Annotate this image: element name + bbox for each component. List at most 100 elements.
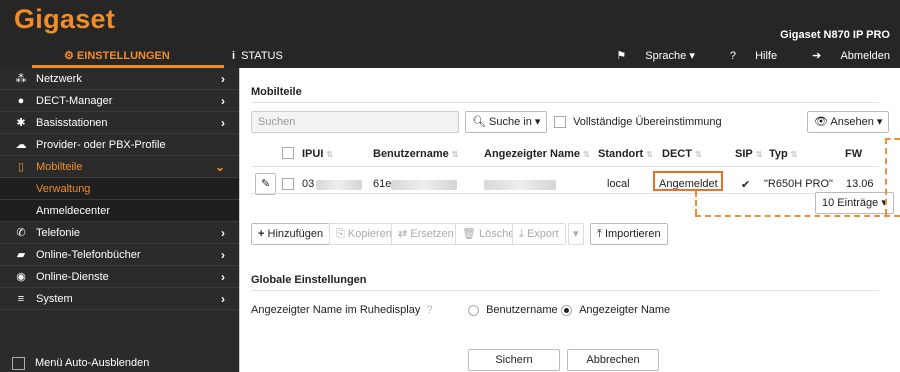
language-label: Sprache <box>645 50 687 62</box>
help-label: Hilfe <box>755 50 778 62</box>
radio-username[interactable] <box>468 304 479 316</box>
col-typ[interactable]: Typ ⇅ <box>769 148 797 160</box>
sidebar-item-provider[interactable]: ☁ Provider- oder PBX-Profile <box>0 134 239 156</box>
select-all-checkbox[interactable] <box>282 147 294 160</box>
replace-label: Ersetzen <box>410 228 454 240</box>
sidebar-subitem-anmeldecenter[interactable]: Anmeldecenter <box>0 200 239 222</box>
divider <box>251 290 879 291</box>
sidebar-item-mobilteile[interactable]: ▯ Mobilteile ⌄ <box>0 156 239 178</box>
col-fw-label: FW <box>845 148 863 160</box>
header: Gigaset Gigaset N870 IP PRO ⚙ EINSTELLUN… <box>0 0 900 68</box>
info-icon: i <box>232 50 236 62</box>
row-checkbox[interactable] <box>282 178 294 191</box>
help-icon: ? <box>729 50 740 62</box>
plus-icon: + <box>258 228 265 240</box>
chevron-down-icon: ⌄ <box>214 160 225 174</box>
exact-match-checkbox[interactable] <box>554 116 566 129</box>
tab-settings[interactable]: ⚙ EINSTELLUNGEN <box>32 44 224 68</box>
tab-settings-label: EINSTELLUNGEN <box>76 50 170 62</box>
col-fw[interactable]: FW <box>845 148 862 160</box>
col-username-label: Benutzername <box>373 148 449 160</box>
sliders-icon: ≡ <box>17 293 25 305</box>
cell-username: 61e <box>373 178 392 190</box>
pencil-icon: ✎ <box>261 178 271 190</box>
radio-option-username[interactable]: Benutzername <box>468 304 558 316</box>
header-checkbox-wrap <box>282 147 294 160</box>
sidebar-item-basisstationen[interactable]: ✱ Basisstationen › <box>0 112 239 134</box>
annotation-dash-line <box>695 191 697 215</box>
annotation-dash-line <box>885 138 887 215</box>
exact-match-option[interactable]: Vollständige Übereinstimmung <box>554 116 722 129</box>
divider <box>251 166 879 167</box>
replace-button[interactable]: ⇄ Ersetzen <box>391 223 461 245</box>
import-button[interactable]: ⤒ Importieren <box>590 223 668 245</box>
cell-standort: local <box>607 178 630 190</box>
sort-icon: ⇅ <box>694 150 702 159</box>
base-station-icon: ✱ <box>16 117 26 129</box>
chevron-right-icon: › <box>221 270 225 284</box>
sidebar-item-online-dienste[interactable]: ◉ Online-Dienste › <box>0 266 239 288</box>
radio-display-name[interactable] <box>561 304 572 316</box>
divider <box>251 193 879 194</box>
redacted-username <box>391 180 457 190</box>
col-display-name[interactable]: Angezeigter Name ⇅ <box>484 148 590 160</box>
radio-option-display-name[interactable]: Angezeigter Name <box>561 304 670 316</box>
sidebar: ⁂ Netzwerk › ● DECT-Manager › ✱ Basissta… <box>0 68 240 372</box>
edit-button[interactable]: ✎ <box>255 173 277 195</box>
tab-status-label: STATUS <box>241 50 283 62</box>
eye-icon: 👁︎ <box>814 116 828 128</box>
header-actions: ⚑ Sprache ▾ ? Hilfe ➔ Abmelden <box>584 44 890 68</box>
download-icon: ⤓ <box>519 228 524 240</box>
autohide-checkbox[interactable] <box>12 356 25 370</box>
col-username[interactable]: Benutzername ⇅ <box>373 148 459 160</box>
search-input[interactable]: Suchen <box>251 111 459 133</box>
divider <box>251 102 879 103</box>
app: Gigaset Gigaset N870 IP PRO ⚙ EINSTELLUN… <box>0 0 900 372</box>
col-standort[interactable]: Standort ⇅ <box>598 148 653 160</box>
chevron-right-icon: › <box>221 226 225 240</box>
col-dect[interactable]: DECT ⇅ <box>662 148 702 160</box>
view-dropdown[interactable]: 👁︎ Ansehen ▾ <box>807 111 890 133</box>
cell-typ: "R650H PRO" <box>764 178 833 190</box>
display-name-setting-label: Angezeigter Name im Ruhedisplay ? <box>251 304 433 316</box>
sidebar-item-telefonie[interactable]: ✆ Telefonie › <box>0 222 239 244</box>
sidebar-item-label: Mobilteile <box>36 161 83 173</box>
chevron-right-icon: › <box>221 72 225 86</box>
copy-button[interactable]: ⎘ Kopieren <box>329 223 399 245</box>
language-menu[interactable]: ⚑ Sprache ▾ <box>600 50 694 62</box>
col-typ-label: Typ <box>769 148 788 160</box>
sidebar-item-telefonbuecher[interactable]: ▰ Online-Telefonbücher › <box>0 244 239 266</box>
sort-icon: ⇅ <box>790 150 798 159</box>
logout-label: Abmelden <box>840 50 890 62</box>
sidebar-subitem-verwaltung[interactable]: Verwaltung <box>0 178 239 200</box>
tab-status[interactable]: i STATUS <box>232 44 283 68</box>
sidebar-item-netzwerk[interactable]: ⁂ Netzwerk › <box>0 68 239 90</box>
add-button[interactable]: + Hinzufügen <box>251 223 331 245</box>
trash-icon: 🗑︎ <box>462 228 476 240</box>
view-label: Ansehen <box>830 116 874 128</box>
phone-icon: ✆ <box>16 227 26 239</box>
col-display-name-label: Angezeigter Name <box>484 148 580 160</box>
import-label: Importieren <box>604 228 661 240</box>
search-in-dropdown[interactable]: 🔍︎ Suche in ▾ <box>465 111 548 133</box>
help-link[interactable]: ? Hilfe <box>714 50 777 62</box>
book-icon: ▰ <box>16 249 26 261</box>
section-title-mobilteile: Mobilteile <box>251 86 302 98</box>
save-button[interactable]: Sichern <box>468 349 560 371</box>
col-ipui[interactable]: IPUI ⇅ <box>302 148 333 160</box>
copy-label: Kopieren <box>347 228 392 240</box>
sidebar-item-system[interactable]: ≡ System › <box>0 288 239 310</box>
export-button[interactable]: ⤓ Export <box>512 223 566 245</box>
entries-per-page-dropdown[interactable]: 10 Einträge ▾ <box>815 192 894 214</box>
sort-icon: ⇅ <box>755 150 763 159</box>
cell-fw: 13.06 <box>846 178 874 190</box>
sidebar-item-dect-manager[interactable]: ● DECT-Manager › <box>0 90 239 112</box>
logout-icon: ➔ <box>812 50 825 62</box>
language-icon: ⚑ <box>616 50 630 62</box>
cancel-button[interactable]: Abbrechen <box>567 349 659 371</box>
export-dropdown-button[interactable]: ▾ <box>568 223 584 245</box>
col-sip[interactable]: SIP ⇅ <box>735 148 762 160</box>
menu-autohide-toggle[interactable]: Menü Auto-Ausblenden <box>12 356 149 370</box>
logout-link[interactable]: ➔ Abmelden <box>796 50 890 62</box>
annotation-dash-line <box>695 215 900 217</box>
